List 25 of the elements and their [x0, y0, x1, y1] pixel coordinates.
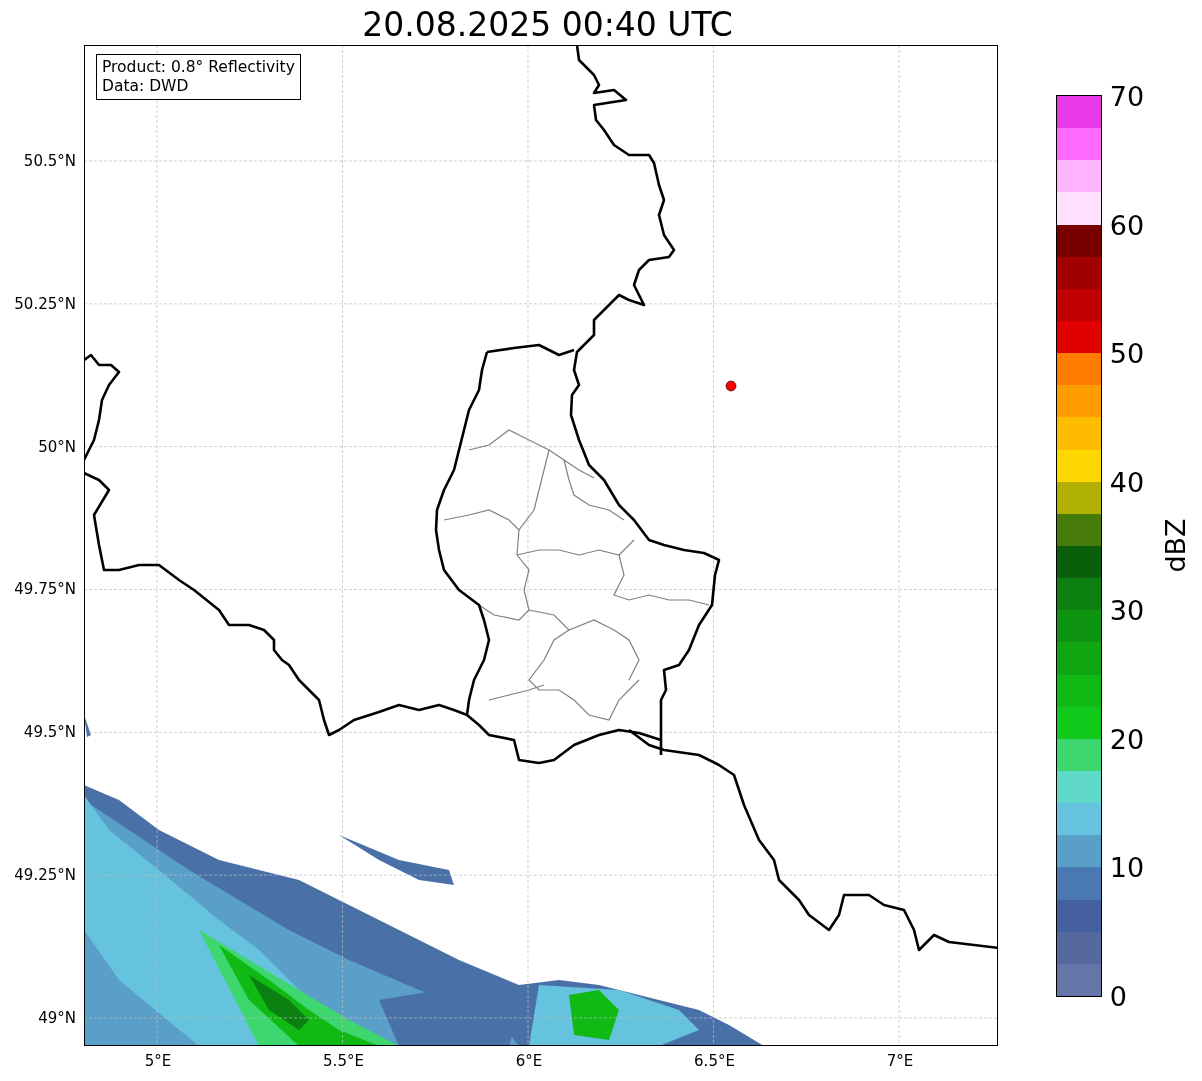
latitude-label: 49.5°N	[23, 723, 76, 742]
latitude-label: 50.5°N	[23, 152, 76, 170]
info-text: Product: 0.8° Reflectivity	[101, 58, 295, 77]
longitude-label: 6°E	[515, 1052, 543, 1070]
colorbar-tick-label: 60	[1109, 209, 1145, 241]
colorbar-tick-label: 70	[1109, 80, 1145, 112]
latitude-label: 49.25°N	[14, 866, 76, 885]
longitude-label: 6.5°E	[694, 1052, 735, 1070]
colorbar-tick-label: 20	[1109, 723, 1145, 755]
longitude-label: 5°E	[144, 1052, 172, 1070]
longitude-label: 7°E	[886, 1052, 914, 1070]
latitude-label: 49.75°N	[14, 580, 76, 599]
latitude-label: 49°N	[38, 1008, 76, 1027]
colorbar-tick-label: 50	[1109, 337, 1145, 369]
colorbar-tick-label: 30	[1109, 594, 1145, 626]
longitude-label: 5.5°E	[323, 1052, 364, 1070]
chart-title: 20.08.2025 00:40 UTC	[362, 3, 733, 45]
location-marker	[725, 380, 737, 392]
info-text: Data: DWD	[101, 77, 190, 96]
latitude-label: 50°N	[38, 437, 76, 456]
colorbar-tick-label: 40	[1109, 466, 1145, 498]
colorbar-tick-label: 0	[1109, 980, 1127, 1012]
colorbar-label: dBZ	[1159, 518, 1191, 573]
colorbar-tick-label: 10	[1109, 851, 1145, 883]
latitude-label: 50.25°N	[14, 294, 76, 313]
